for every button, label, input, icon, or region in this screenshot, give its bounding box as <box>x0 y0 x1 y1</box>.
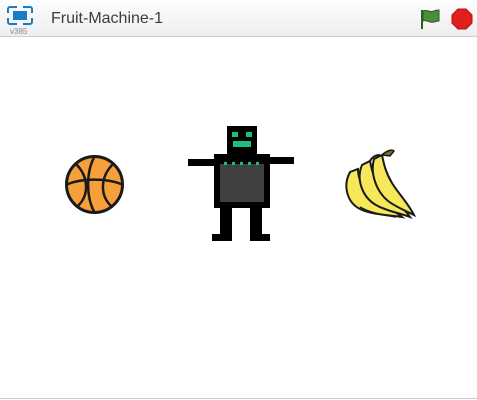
project-title: Fruit-Machine-1 <box>51 10 164 27</box>
basketball-icon <box>65 155 124 214</box>
player-titlebar: v385 Fruit-Machine-1 <box>0 0 477 37</box>
banana-sprite[interactable] <box>340 147 417 223</box>
stage[interactable] <box>0 37 477 398</box>
stop-button[interactable] <box>451 8 473 30</box>
robot-icon <box>188 126 294 241</box>
green-flag-icon <box>421 9 440 29</box>
basketball-sprite[interactable] <box>64 154 125 215</box>
robot-sprite[interactable] <box>186 126 296 246</box>
scratch-player: v385 Fruit-Machine-1 <box>0 0 477 400</box>
version-label: v385 <box>10 27 28 36</box>
green-flag-button[interactable] <box>417 7 441 31</box>
banana-icon <box>345 149 417 220</box>
stop-sign-icon <box>451 8 473 30</box>
fullscreen-icon <box>7 6 33 25</box>
stage-border <box>0 398 477 399</box>
fullscreen-button[interactable] <box>7 6 33 25</box>
